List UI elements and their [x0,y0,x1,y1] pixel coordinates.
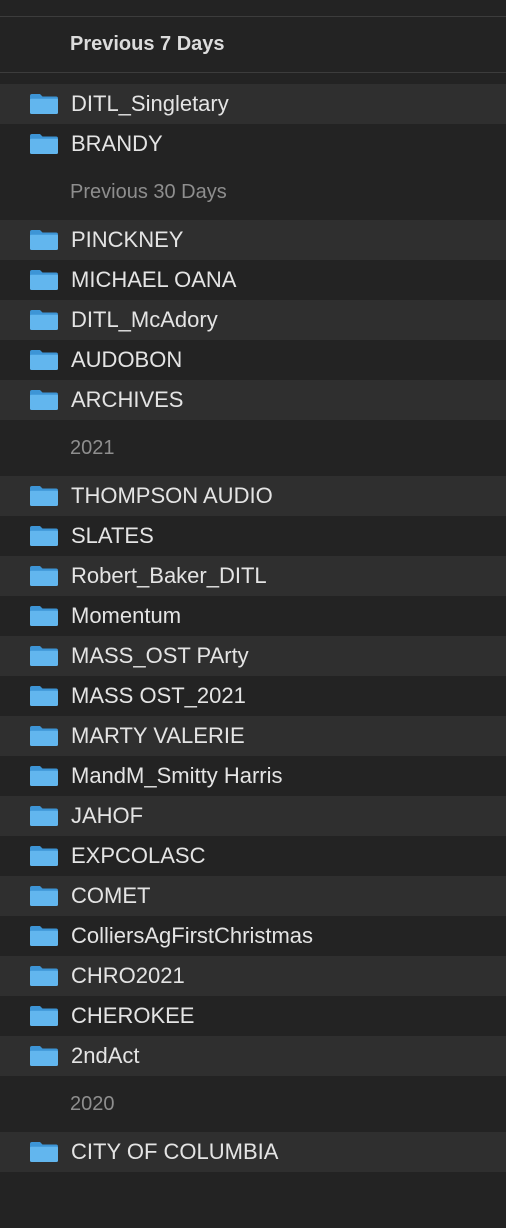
folder-row-slates[interactable]: SLATES [0,516,506,556]
folder-row-ditl-singletary[interactable]: DITL_Singletary [0,84,506,124]
folder-icon [29,309,59,331]
folder-row-audobon[interactable]: AUDOBON [0,340,506,380]
folder-icon [29,269,59,291]
folder-name: JAHOF [71,803,144,828]
folder-icon [29,1005,59,1027]
folder-icon [29,725,59,747]
folder-icon [29,685,59,707]
folder-row-chro2021[interactable]: CHRO2021 [0,956,506,996]
folder-icon [29,965,59,987]
folder-row-robert-baker-ditl[interactable]: Robert_Baker_DITL [0,556,506,596]
folder-icon [29,765,59,787]
folder-icon [29,1141,59,1163]
folder-icon [29,845,59,867]
folder-name: MASS_OST PArty [71,643,249,668]
folder-name: ColliersAgFirstChristmas [71,923,314,948]
folder-icon [29,1045,59,1067]
folder-row-ditl-mcadory[interactable]: DITL_McAdory [0,300,506,340]
group-header-2020: 2020 [70,1092,115,1115]
folder-row-city-of-columbia[interactable]: CITY OF COLUMBIA [0,1132,506,1172]
folder-row-archives[interactable]: ARCHIVES [0,380,506,420]
folder-name: Robert_Baker_DITL [71,563,267,588]
folder-name: 2ndAct [71,1043,140,1068]
folder-row-momentum[interactable]: Momentum [0,596,506,636]
folder-row-mass-ost-party[interactable]: MASS_OST PArty [0,636,506,676]
group-header-previous-7-days: Previous 7 Days [0,17,506,73]
folder-row-2ndact[interactable]: 2ndAct [0,1036,506,1076]
folder-name: BRANDY [71,131,163,156]
folder-row-cherokee[interactable]: CHEROKEE [0,996,506,1036]
folder-name: DITL_Singletary [71,91,229,116]
folder-name: MICHAEL OANA [71,267,237,292]
folder-icon [29,93,59,115]
folder-icon [29,565,59,587]
folder-icon [29,605,59,627]
folder-row-jahof[interactable]: JAHOF [0,796,506,836]
folder-name: SLATES [71,523,154,548]
folder-row-colliersagfirstchristmas[interactable]: ColliersAgFirstChristmas [0,916,506,956]
folder-row-mass-ost-2021[interactable]: MASS OST_2021 [0,676,506,716]
folder-row-michael-oana[interactable]: MICHAEL OANA [0,260,506,300]
folder-name: MandM_Smitty Harris [71,763,283,788]
folder-icon [29,805,59,827]
folder-row-thompson-audio[interactable]: THOMPSON AUDIO [0,476,506,516]
folder-icon [29,525,59,547]
folder-name: PINCKNEY [71,227,184,252]
folder-row-expcolasc[interactable]: EXPCOLASC [0,836,506,876]
folder-icon [29,229,59,251]
folder-name: Momentum [71,603,182,628]
folder-icon [29,485,59,507]
folder-name: COMET [71,883,151,908]
group-header-previous-30-days: Previous 30 Days [70,180,227,203]
folder-row-mandm-smitty-harris[interactable]: MandM_Smitty Harris [0,756,506,796]
folder-name: CHRO2021 [71,963,185,988]
folder-row-marty-valerie[interactable]: MARTY VALERIE [0,716,506,756]
folder-icon [29,389,59,411]
folder-name: ARCHIVES [71,387,184,412]
folder-name: CHEROKEE [71,1003,195,1028]
folder-name: AUDOBON [71,347,183,372]
folder-icon [29,925,59,947]
folder-row-brandy[interactable]: BRANDY [0,124,506,164]
folder-name: CITY OF COLUMBIA [71,1139,279,1164]
file-list: DITL_Singletary BRANDY Previous 30 Days PIN… [0,74,506,1172]
folder-icon [29,885,59,907]
folder-name: DITL_McAdory [71,307,218,332]
folder-icon [29,349,59,371]
folder-row-pinckney[interactable]: PINCKNEY [0,220,506,260]
folder-row-comet[interactable]: COMET [0,876,506,916]
folder-icon [29,133,59,155]
folder-name: MARTY VALERIE [71,723,245,748]
folder-name: THOMPSON AUDIO [71,483,273,508]
folder-name: MASS OST_2021 [71,683,246,708]
group-header-2021: 2021 [70,436,115,459]
folder-icon [29,645,59,667]
folder-name: EXPCOLASC [71,843,206,868]
